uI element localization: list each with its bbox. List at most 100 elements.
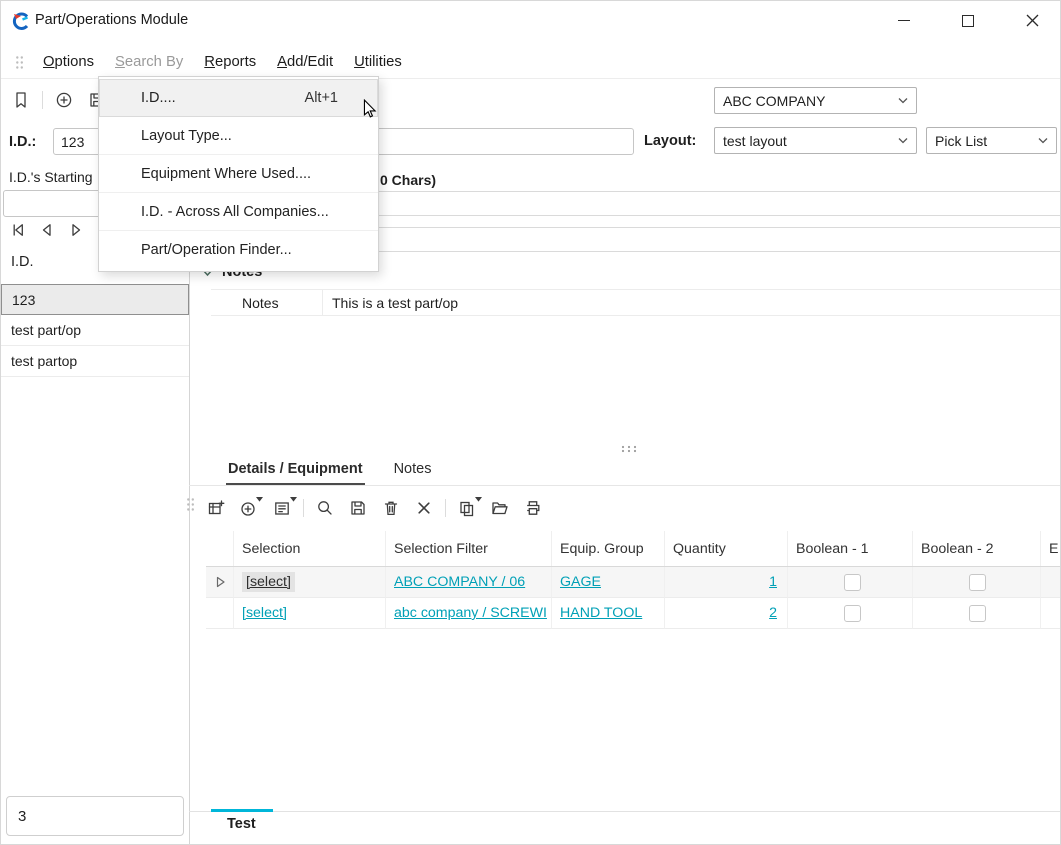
new-row-button[interactable] — [204, 496, 228, 520]
bottom-tab-test[interactable]: Test — [227, 816, 256, 832]
add-detail-button[interactable] — [237, 496, 261, 520]
table-row: [select] ABC COMPANY / 06 GAGE 1 — [206, 567, 1061, 598]
company-value: ABC COMPANY — [723, 93, 898, 109]
open-folder-icon — [490, 498, 510, 518]
equip-group-cell: HAND TOOL — [552, 598, 665, 629]
trash-icon — [381, 498, 401, 518]
menu-search-by[interactable]: Search By — [106, 51, 192, 73]
menubar-drag-handle[interactable] — [15, 55, 24, 70]
detail-toolbar-drag-handle[interactable] — [186, 497, 195, 517]
first-record-button[interactable] — [5, 217, 31, 243]
export-button[interactable] — [488, 496, 512, 520]
grid-header-selection[interactable]: Selection — [234, 531, 386, 566]
grid-header-boolean-1[interactable]: Boolean - 1 — [788, 531, 913, 566]
picklist-value: Pick List — [935, 133, 1038, 149]
grid-header-indicator — [206, 531, 234, 566]
print-button[interactable] — [521, 496, 545, 520]
x-icon — [414, 498, 434, 518]
selection-cell: [select] — [234, 598, 386, 629]
add-record-button[interactable] — [52, 88, 76, 112]
new-row-icon — [206, 498, 226, 518]
list-item[interactable]: 123 — [1, 284, 189, 315]
menu-reports[interactable]: Reports — [195, 51, 265, 73]
bookmark-button[interactable] — [9, 88, 33, 112]
menu-item-layout-type[interactable]: Layout Type... — [99, 117, 378, 155]
toolbar-separator — [445, 499, 446, 517]
grid-header-selection-filter[interactable]: Selection Filter — [386, 531, 552, 566]
grid-header-truncated[interactable]: E — [1041, 531, 1061, 566]
menu-options[interactable]: Options — [34, 51, 103, 73]
tab-details-equipment[interactable]: Details / Equipment — [226, 459, 365, 485]
notes-row-value[interactable]: This is a test part/op — [323, 295, 458, 311]
cancel-button[interactable] — [412, 496, 436, 520]
record-count: 3 — [18, 808, 26, 825]
bottom-tab-accent — [211, 809, 273, 812]
menu-item-label: I.D.... — [141, 90, 176, 106]
grid-header-boolean-2[interactable]: Boolean - 2 — [913, 531, 1041, 566]
menu-item-shortcut: Alt+1 — [305, 90, 364, 106]
company-select[interactable]: ABC COMPANY — [714, 87, 917, 114]
chevron-down-icon — [898, 97, 908, 104]
menu-add-edit[interactable]: Add/Edit — [268, 51, 342, 73]
app-window: Part/Operations Module Options Search By… — [0, 0, 1061, 845]
table-row: [select] abc company / SCREWI HAND TOOL … — [206, 598, 1061, 629]
detail-tabs: Details / Equipment Notes — [226, 459, 433, 485]
title-bar: Part/Operations Module — [1, 1, 1060, 41]
selection-filter-link[interactable]: ABC COMPANY / 06 — [394, 574, 525, 590]
picklist-select[interactable]: Pick List — [926, 127, 1057, 154]
copy-special-button[interactable] — [455, 496, 479, 520]
record-list: 123 test part/op test partop — [1, 284, 189, 377]
edit-layout-button[interactable] — [270, 496, 294, 520]
delete-button[interactable] — [379, 496, 403, 520]
prev-record-button[interactable] — [34, 217, 60, 243]
quantity-link[interactable]: 1 — [769, 574, 777, 590]
toolbar-separator — [303, 499, 304, 517]
menu-item-equipment-where-used[interactable]: Equipment Where Used.... — [99, 155, 378, 193]
maximize-button[interactable] — [945, 1, 991, 40]
mouse-cursor — [362, 99, 378, 124]
splitter-handle[interactable] — [619, 441, 639, 459]
minimize-button[interactable] — [881, 1, 927, 40]
select-link[interactable]: [select] — [242, 605, 287, 621]
close-button[interactable] — [1007, 1, 1057, 40]
boolean-1-checkbox[interactable] — [844, 574, 861, 591]
menu-item-id[interactable]: I.D.... Alt+1 — [99, 79, 378, 117]
menu-item-part-operation-finder[interactable]: Part/Operation Finder... — [99, 231, 378, 269]
layout-select[interactable]: test layout — [714, 127, 917, 154]
notes-row: Notes This is a test part/op — [211, 289, 1061, 316]
equip-group-link[interactable]: GAGE — [560, 574, 601, 590]
selection-cell: [select] — [234, 567, 386, 598]
equip-group-link[interactable]: HAND TOOL — [560, 605, 642, 621]
next-record-button[interactable] — [63, 217, 89, 243]
top-toolbar — [9, 87, 109, 113]
tab-notes[interactable]: Notes — [392, 459, 434, 485]
ids-starting-label: I.D.'s Starting — [9, 169, 93, 185]
menu-utilities[interactable]: Utilities — [345, 51, 411, 73]
list-item[interactable]: test part/op — [1, 315, 189, 346]
save-detail-button[interactable] — [346, 496, 370, 520]
layout-label: Layout: — [644, 133, 696, 149]
select-link[interactable]: [select] — [242, 572, 295, 592]
first-record-icon — [8, 220, 28, 240]
row-indicator-cell — [206, 567, 234, 598]
grid-header-equip-group[interactable]: Equip. Group — [552, 531, 665, 566]
list-item[interactable]: test partop — [1, 346, 189, 377]
toolbar-separator — [42, 91, 43, 109]
boolean-1-checkbox[interactable] — [844, 605, 861, 622]
boolean-2-checkbox[interactable] — [969, 574, 986, 591]
boolean-2-checkbox[interactable] — [969, 605, 986, 622]
equip-group-cell: GAGE — [552, 567, 665, 598]
save-icon — [348, 498, 368, 518]
boolean-1-cell — [788, 598, 913, 629]
search-button[interactable] — [313, 496, 337, 520]
grid-header-quantity[interactable]: Quantity — [665, 531, 788, 566]
id-input-value: 123 — [61, 134, 84, 150]
selection-filter-link[interactable]: abc company / SCREWI — [394, 605, 547, 621]
maximize-icon — [962, 15, 974, 27]
app-logo-icon — [10, 10, 32, 37]
equipment-grid: Selection Selection Filter Equip. Group … — [206, 531, 1061, 629]
menu-item-id-across-companies[interactable]: I.D. - Across All Companies... — [99, 193, 378, 231]
quantity-link[interactable]: 2 — [769, 605, 777, 621]
dropdown-caret-icon — [290, 497, 297, 502]
record-count-box: 3 — [6, 796, 184, 836]
